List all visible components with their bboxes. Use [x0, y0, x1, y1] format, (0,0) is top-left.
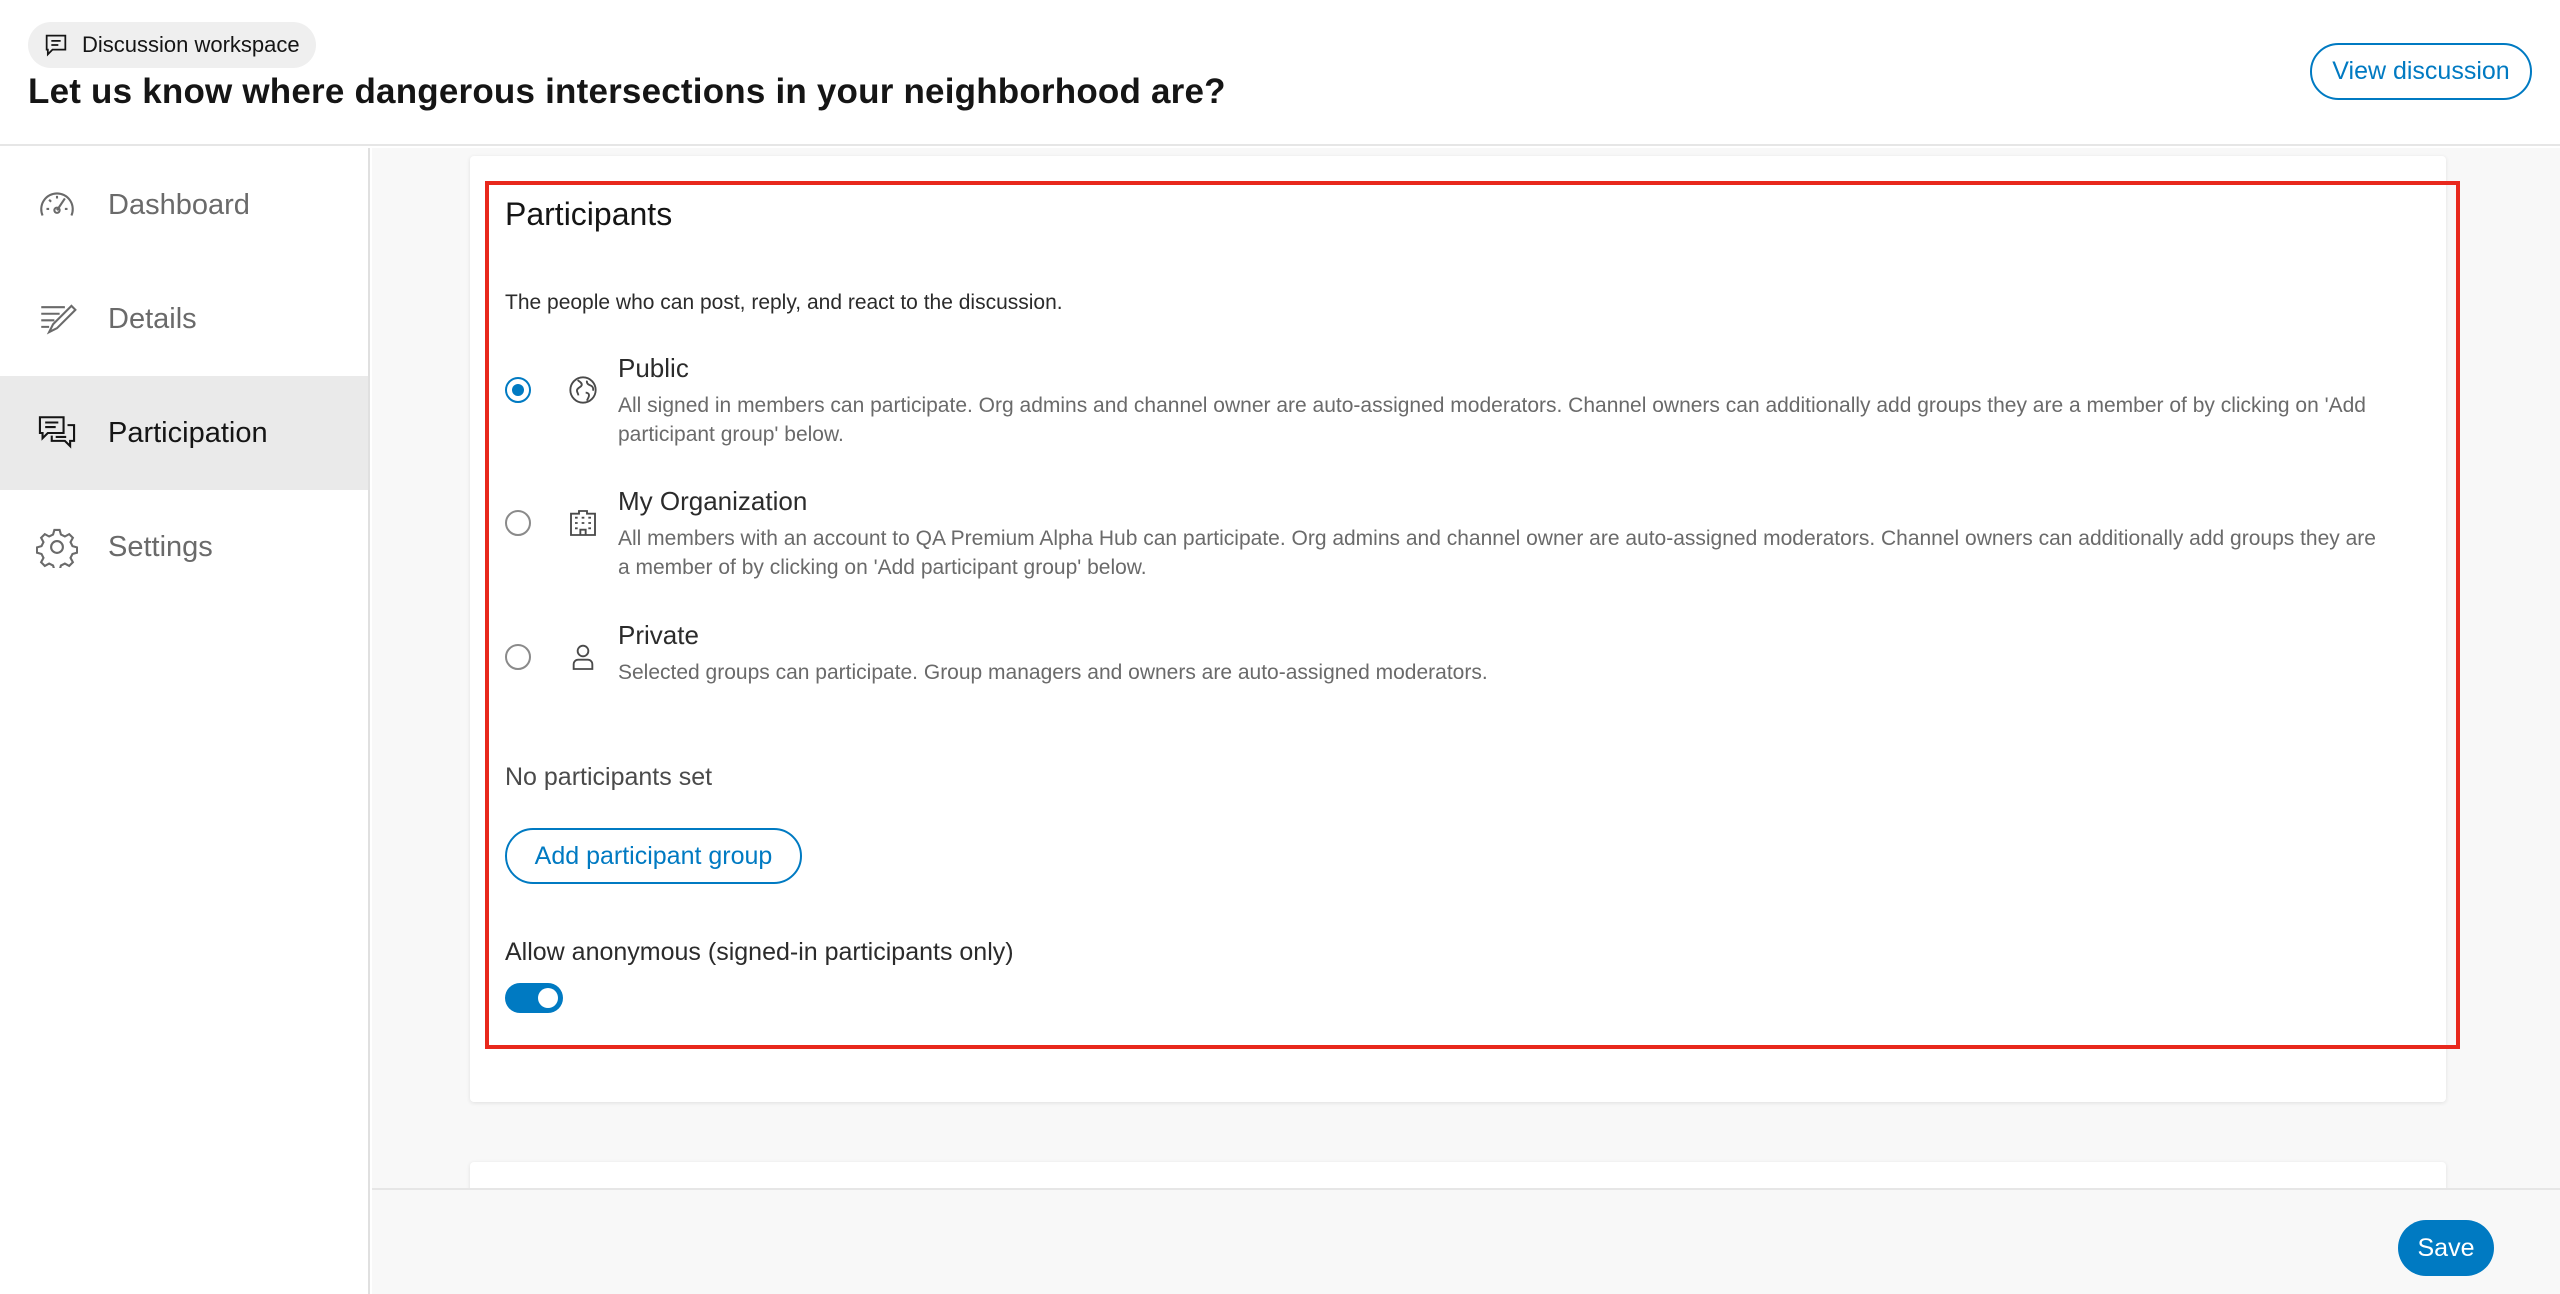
discussion-icon — [45, 34, 67, 57]
sidebar-item-details[interactable]: Details — [0, 262, 368, 376]
workspace-chip: Discussion workspace — [28, 22, 316, 68]
add-participant-group-button[interactable]: Add participant group — [505, 828, 802, 884]
option-title: Public — [618, 353, 689, 383]
sidebar-item-label: Details — [108, 302, 197, 335]
section-description: The people who can post, reply, and reac… — [505, 291, 1063, 314]
main-content: Participants The people who can post, re… — [372, 148, 2560, 1188]
option-description: Selected groups can participate. Group m… — [618, 661, 1488, 684]
sidebar-item-label: Dashboard — [108, 188, 250, 221]
radio-private[interactable] — [505, 644, 531, 670]
no-participants-text: No participants set — [505, 763, 713, 791]
anonymous-label: Allow anonymous (signed-in participants … — [505, 938, 1014, 966]
section-title: Participants — [505, 196, 673, 232]
sidebar-nav: Dashboard Details Participation Settings — [0, 148, 370, 1294]
globe-icon — [569, 376, 597, 404]
save-button[interactable]: Save — [2398, 1220, 2494, 1276]
anonymous-toggle[interactable] — [505, 983, 563, 1013]
option-title: Private — [618, 620, 699, 650]
radio-my-organization[interactable] — [505, 510, 531, 536]
footer-bar: Save — [372, 1188, 2560, 1294]
user-icon — [572, 644, 594, 670]
organization-icon — [570, 510, 596, 536]
view-discussion-button[interactable]: View discussion — [2310, 43, 2532, 100]
participation-icon — [38, 416, 76, 449]
details-icon — [41, 304, 77, 335]
sidebar-item-label: Participation — [108, 416, 268, 449]
app-header: Discussion workspace Let us know where d… — [0, 0, 2560, 146]
workspace-label: Discussion workspace — [82, 32, 300, 57]
sidebar-item-participation[interactable]: Participation — [0, 376, 368, 490]
gear-icon — [36, 528, 78, 568]
option-description: All signed in members can participate. O… — [618, 394, 2366, 446]
radio-public[interactable] — [505, 377, 531, 403]
option-description: All members with an account to QA Premiu… — [618, 527, 2376, 579]
sidebar-item-dashboard[interactable]: Dashboard — [0, 148, 368, 262]
sidebar-item-label: Settings — [108, 530, 213, 563]
page-title: Let us know where dangerous intersection… — [28, 72, 1226, 111]
option-public[interactable]: Public All signed in members can partici… — [505, 353, 2405, 463]
option-title: My Organization — [618, 486, 808, 516]
option-private[interactable]: Private Selected groups can participate.… — [505, 620, 2405, 730]
option-my-organization[interactable]: My Organization All members with an acco… — [505, 486, 2405, 596]
dashboard-icon — [40, 192, 74, 216]
sidebar-item-settings[interactable]: Settings — [0, 490, 368, 604]
next-section-card — [470, 1162, 2446, 1188]
